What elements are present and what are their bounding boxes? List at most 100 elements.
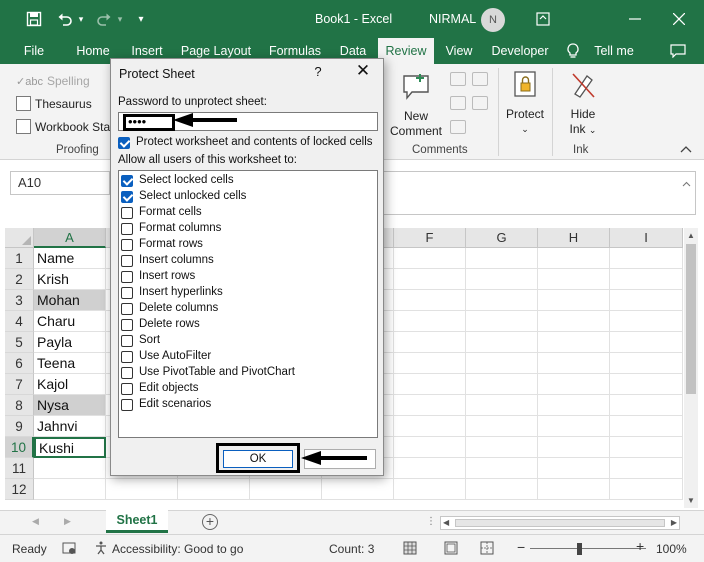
zoom-slider-thumb[interactable] [577,543,582,555]
grid-cell[interactable] [394,290,466,311]
row-header[interactable]: 6 [5,353,34,374]
password-input[interactable]: •••• [118,112,378,131]
delete-comment-icon[interactable] [450,72,466,86]
grid-cell[interactable] [178,479,250,500]
scroll-right-icon[interactable]: ▶ [671,518,677,527]
permission-item[interactable]: Format rows [121,237,375,253]
grid-cell[interactable] [394,395,466,416]
row-header[interactable]: 12 [5,479,34,500]
tab-developer[interactable]: Developer [488,38,552,64]
scroll-up-icon[interactable]: ▲ [687,231,695,240]
grid-cell[interactable] [538,395,610,416]
grid-cell[interactable] [610,479,683,500]
grid-cell[interactable] [466,269,538,290]
grid-cell[interactable] [610,332,683,353]
grid-cell[interactable] [610,290,683,311]
zoom-level[interactable]: 100% [656,542,687,556]
page-break-view-icon[interactable] [480,541,494,558]
permission-item[interactable]: Sort [121,333,375,349]
permission-item[interactable]: Insert rows [121,269,375,285]
expand-formula-bar-icon[interactable] [682,176,691,190]
undo-dropdown-icon[interactable]: ▾ [76,10,86,28]
row-header[interactable]: 10 [5,437,34,458]
horizontal-scroll-thumb[interactable] [455,519,665,527]
cell-a11[interactable] [34,458,106,479]
grid-cell[interactable] [466,395,538,416]
grid-cell[interactable] [106,479,178,500]
zoom-out-icon[interactable]: − [517,539,525,555]
prev-sheet-icon[interactable]: ◀ [32,516,39,527]
grid-cell[interactable] [610,395,683,416]
notes-icon[interactable] [472,96,488,110]
grid-cell[interactable] [538,353,610,374]
permission-checkbox[interactable] [121,399,133,411]
permission-item[interactable]: Insert hyperlinks [121,285,375,301]
row-header[interactable]: 5 [5,332,34,353]
permission-item[interactable]: Edit scenarios [121,397,375,413]
row-header[interactable]: 3 [5,290,34,311]
grid-cell[interactable] [538,248,610,269]
comments-pane-icon[interactable] [668,38,688,64]
grid-cell[interactable] [466,290,538,311]
help-icon[interactable]: ? [311,64,325,79]
ok-button[interactable]: OK [223,450,293,468]
grid-cell[interactable] [394,458,466,479]
macro-record-icon[interactable] [62,541,76,558]
scroll-down-icon[interactable]: ▼ [687,496,695,505]
grid-cell[interactable] [538,311,610,332]
grid-cell[interactable] [394,311,466,332]
horizontal-scrollbar[interactable]: ◀ ▶ [440,516,680,530]
row-header[interactable]: 7 [5,374,34,395]
grid-cell[interactable] [394,353,466,374]
permission-item[interactable]: Delete rows [121,317,375,333]
grid-cell[interactable] [610,416,683,437]
user-name[interactable]: NIRMAL [429,12,476,26]
grid-cell[interactable] [538,416,610,437]
permission-item[interactable]: Delete columns [121,301,375,317]
grid-cell[interactable] [394,374,466,395]
grid-cell[interactable] [466,416,538,437]
permission-item[interactable]: Format columns [121,221,375,237]
accessibility-status[interactable]: Accessibility: Good to go [112,542,243,556]
next-comment-icon[interactable] [450,120,466,134]
vertical-scroll-thumb[interactable] [686,244,696,394]
grid-cell[interactable] [394,332,466,353]
workbook-statistics-button[interactable]: Workbook Sta [16,119,110,134]
grid-cell[interactable] [466,437,538,458]
permission-item[interactable]: Select locked cells [121,173,375,189]
column-header-g[interactable]: G [466,228,538,248]
permission-checkbox[interactable] [121,303,133,315]
column-header-f[interactable]: F [394,228,466,248]
grid-cell[interactable] [538,374,610,395]
grid-cell[interactable] [466,311,538,332]
grid-cell[interactable] [466,248,538,269]
permission-item[interactable]: Insert columns [121,253,375,269]
tab-review[interactable]: Review [378,38,434,64]
grid-cell[interactable] [610,269,683,290]
grid-cell[interactable] [322,479,394,500]
permission-checkbox[interactable] [121,383,133,395]
grid-cell[interactable] [466,374,538,395]
row-header[interactable]: 8 [5,395,34,416]
grid-cell[interactable] [394,248,466,269]
permission-item[interactable]: Format cells [121,205,375,221]
permission-checkbox[interactable] [121,191,133,203]
cell-a6[interactable]: Teena [34,353,106,374]
grid-cell[interactable] [538,458,610,479]
show-comments-icon[interactable] [472,72,488,86]
tell-me-search[interactable]: Tell me [590,38,638,64]
permission-checkbox[interactable] [121,207,133,219]
grid-cell[interactable] [394,437,466,458]
grid-cell[interactable] [466,479,538,500]
permission-checkbox[interactable] [121,255,133,267]
grid-cell[interactable] [610,374,683,395]
close-icon[interactable]: ✕ [355,62,371,79]
permission-item[interactable]: Use AutoFilter [121,349,375,365]
page-layout-view-icon[interactable] [444,541,458,558]
collapse-ribbon-icon[interactable] [680,142,694,154]
grid-cell[interactable] [250,479,322,500]
minimize-icon[interactable] [626,10,644,28]
save-icon[interactable] [24,10,44,28]
cell-a8[interactable]: Nysa [34,395,106,416]
permission-item[interactable]: Use PivotTable and PivotChart [121,365,375,381]
